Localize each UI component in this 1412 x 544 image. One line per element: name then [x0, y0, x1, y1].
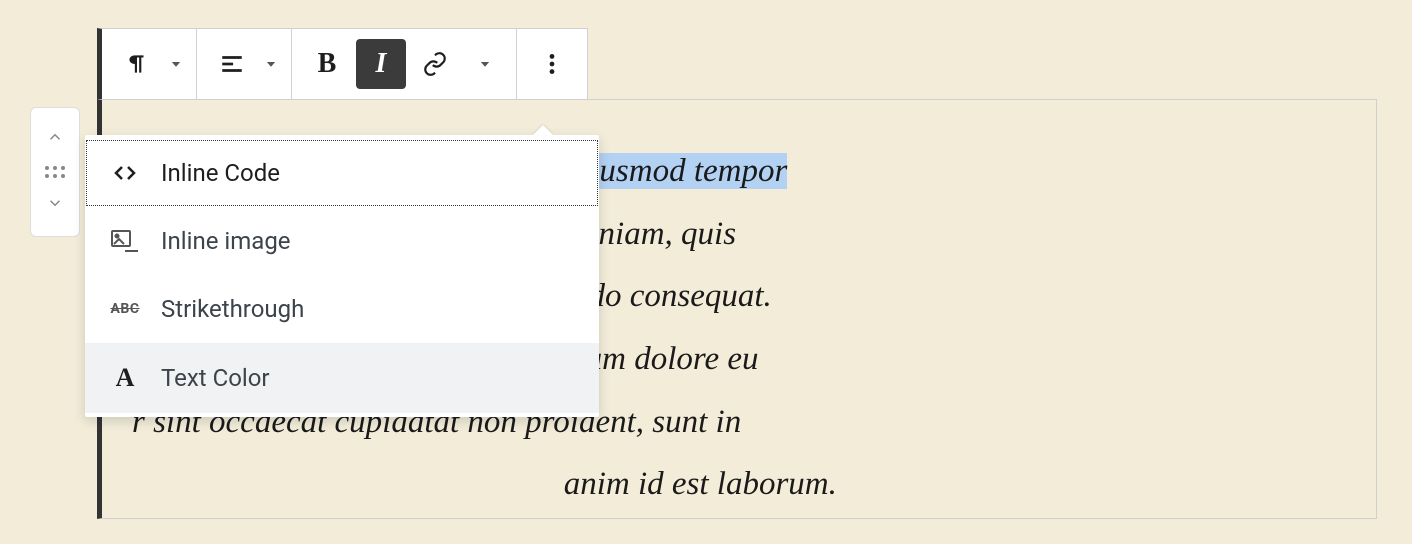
inline-image-icon — [109, 229, 141, 253]
toolbar-group-block-type — [102, 29, 197, 99]
menu-item-inline-code[interactable]: Inline Code — [85, 139, 599, 207]
text-color-icon: A — [109, 363, 141, 393]
menu-item-label: Inline Code — [161, 159, 280, 187]
more-formatting-dropdown[interactable] — [462, 57, 508, 71]
menu-item-strikethrough[interactable]: ABC Strikethrough — [85, 275, 599, 343]
move-down-icon[interactable] — [46, 194, 64, 216]
block-type-dropdown[interactable] — [164, 57, 188, 71]
menu-item-text-color[interactable]: A Text Color — [85, 343, 599, 413]
code-icon — [109, 161, 141, 185]
formatting-dropdown-menu: Inline Code Inline image ABC Strikethrou… — [85, 135, 599, 417]
menu-item-label: Inline image — [161, 227, 291, 255]
body-text: anim id est laborum. — [555, 466, 836, 502]
drag-handle-icon[interactable] — [45, 166, 65, 178]
link-button[interactable] — [410, 39, 460, 89]
menu-item-label: Strikethrough — [161, 295, 304, 323]
toolbar-group-more — [517, 29, 587, 99]
more-options-button[interactable] — [527, 39, 577, 89]
italic-icon: I — [376, 48, 387, 80]
toolbar-group-format: B I — [292, 29, 517, 99]
toolbar-group-align — [197, 29, 292, 99]
block-mover[interactable] — [30, 107, 80, 237]
align-button[interactable] — [207, 39, 257, 89]
menu-item-inline-image[interactable]: Inline image — [85, 207, 599, 275]
strikethrough-icon: ABC — [109, 301, 141, 317]
menu-item-label: Text Color — [161, 364, 270, 392]
italic-button[interactable]: I — [356, 39, 406, 89]
bold-button[interactable]: B — [302, 39, 352, 89]
paragraph-type-button[interactable] — [112, 39, 162, 89]
bold-icon: B — [318, 48, 337, 80]
align-dropdown[interactable] — [259, 57, 283, 71]
move-up-icon[interactable] — [46, 128, 64, 150]
block-toolbar: B I — [97, 28, 588, 100]
